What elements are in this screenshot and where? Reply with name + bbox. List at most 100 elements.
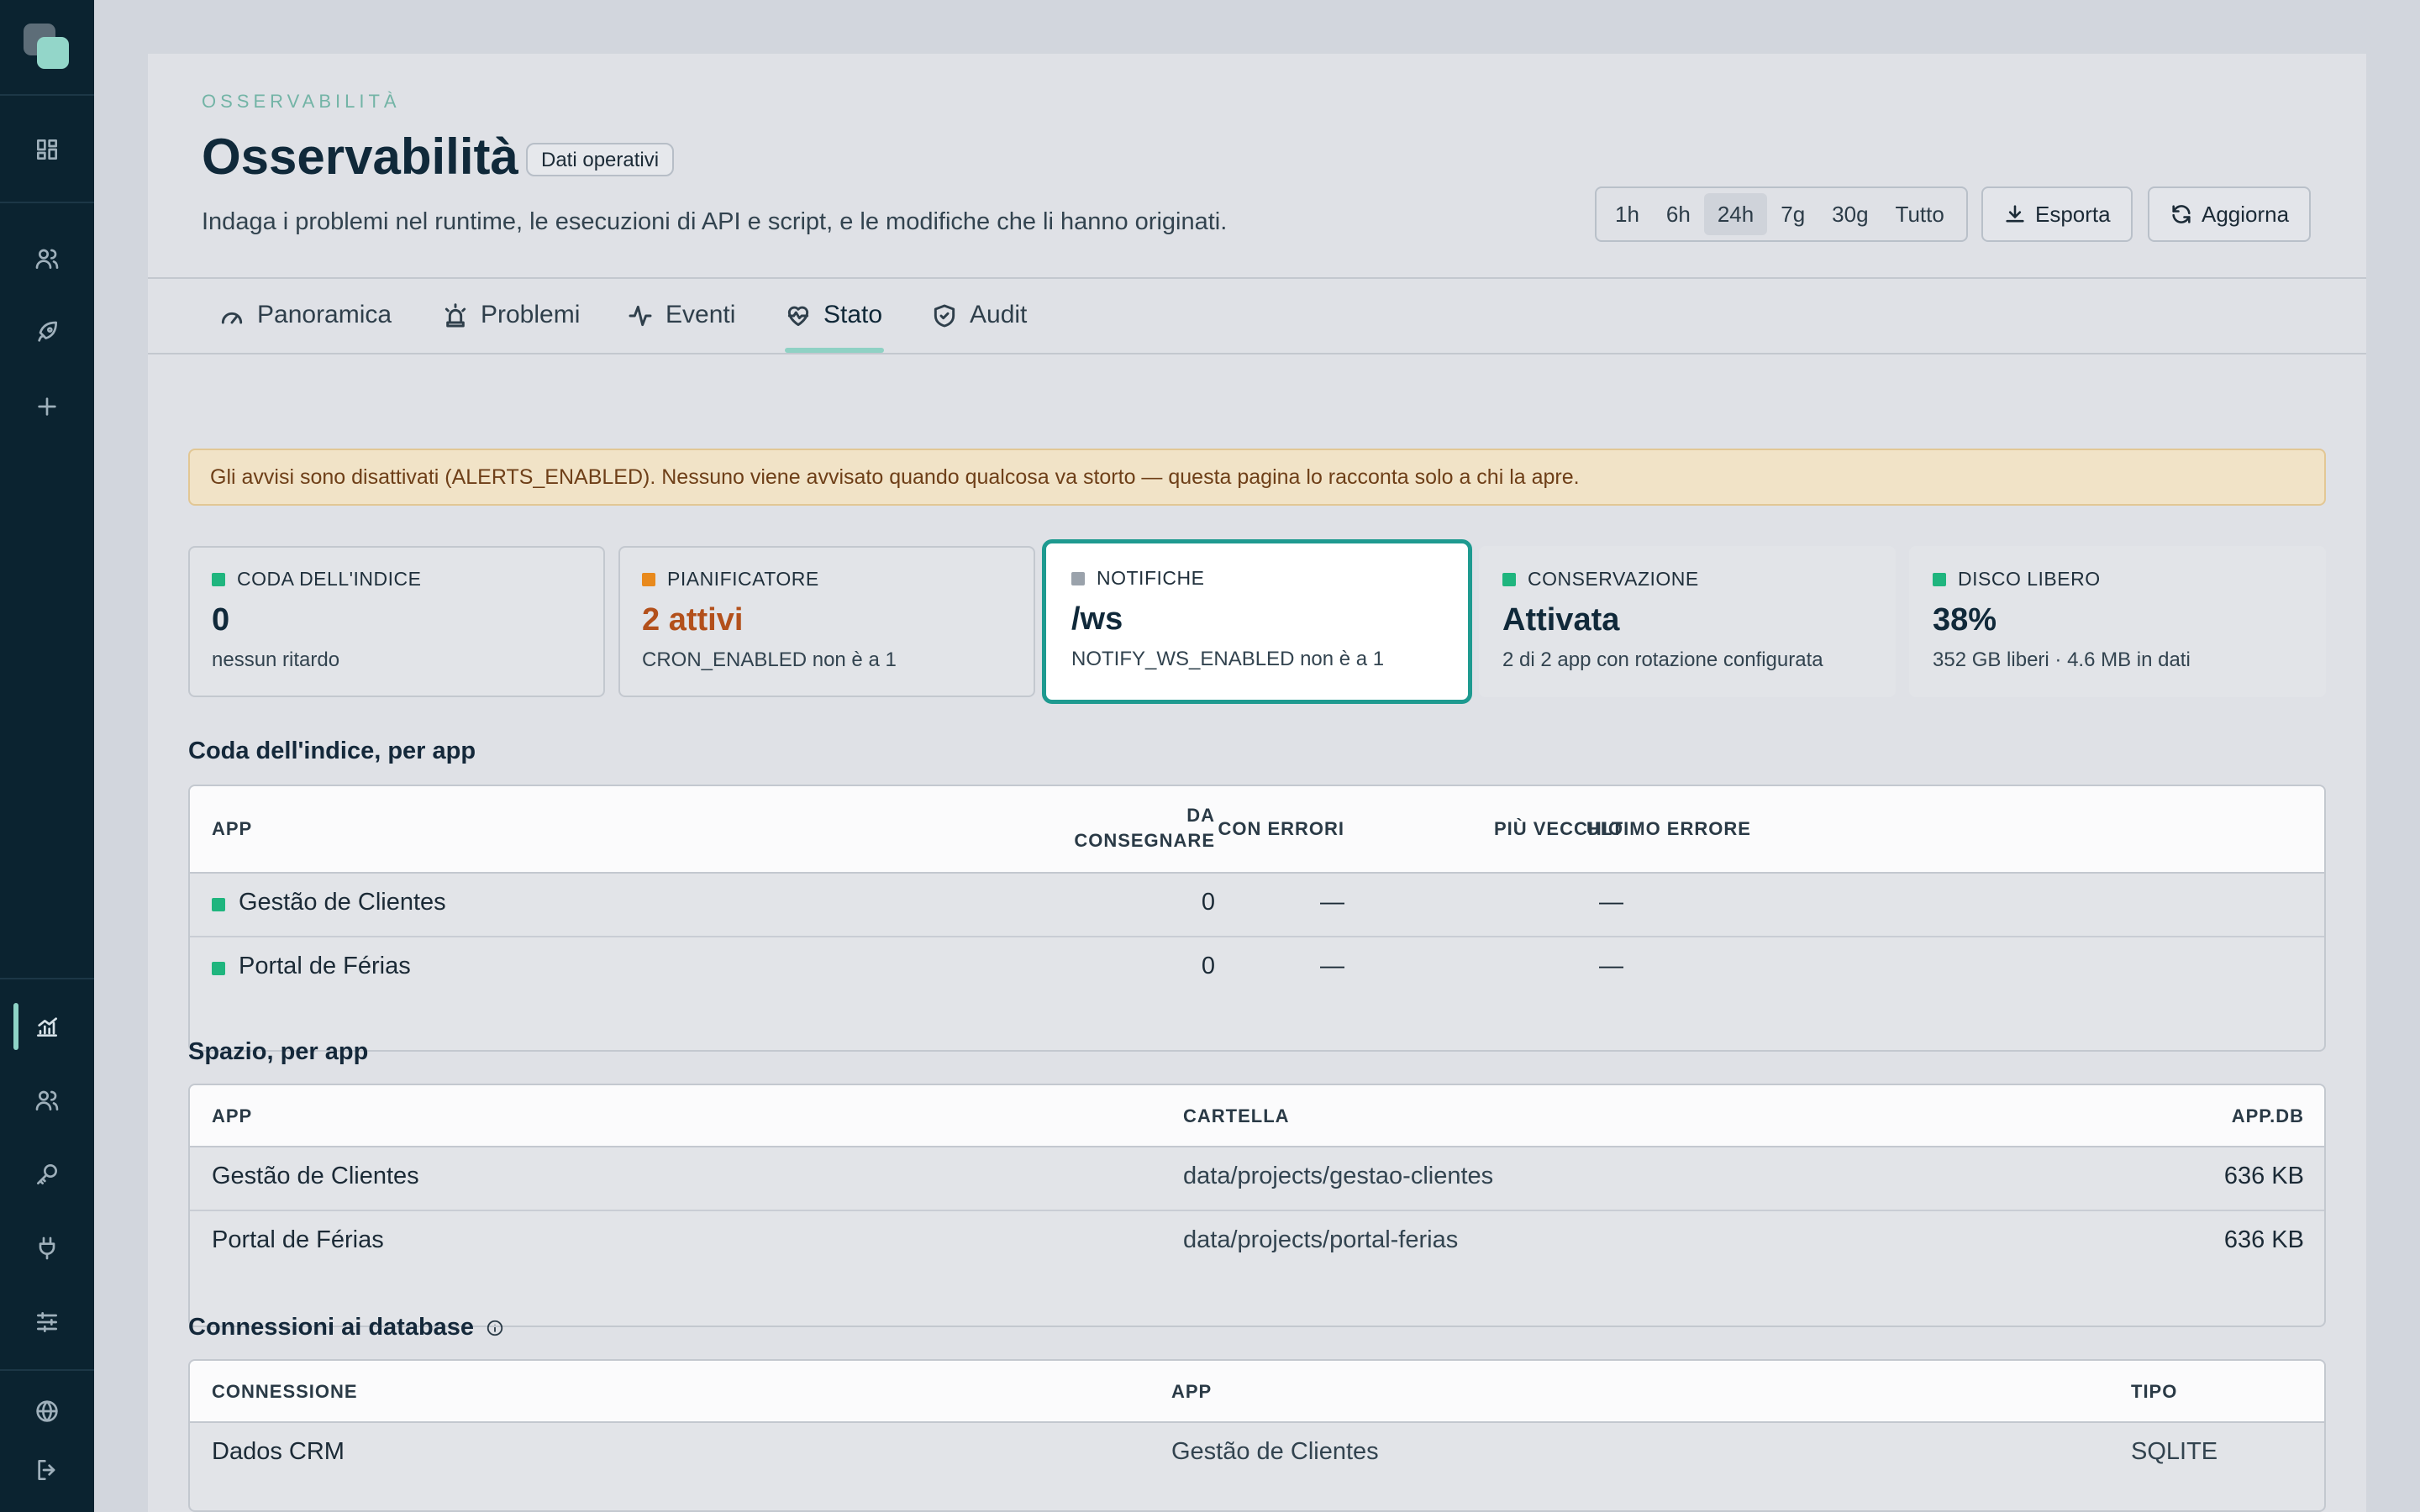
logout-icon[interactable] [30, 1453, 64, 1487]
data-badge: Dati operativi [526, 143, 675, 176]
range-30g[interactable]: 30g [1818, 193, 1881, 235]
tab-label: Stato [823, 301, 883, 328]
range-6h[interactable]: 6h [1653, 193, 1704, 235]
export-button[interactable]: Esporta [1981, 186, 2133, 242]
range-1h[interactable]: 1h [1602, 193, 1653, 235]
card-label: PIANIFICATORE [667, 568, 819, 590]
shield-check-icon [934, 304, 955, 328]
cell-connection: Dados CRM [212, 1438, 345, 1465]
cell-app: Portal de Férias [212, 1226, 384, 1253]
app-logo[interactable] [24, 24, 71, 71]
card-sub: CRON_ENABLED non è a 1 [642, 648, 897, 671]
card-sub: nessun ritardo [212, 648, 340, 671]
cell-oldest: — [1599, 953, 1623, 979]
refresh-icon [2172, 205, 2191, 223]
card-value: 2 attivi [642, 602, 744, 638]
table-row[interactable]: Portal de Férias data/projects/portal-fe… [190, 1210, 2324, 1272]
card-value: 38% [1933, 602, 1997, 638]
table-row[interactable]: Portal de Férias 0 — — [190, 936, 2324, 998]
page-title: Osservabilità [202, 129, 518, 185]
status-dot [1071, 571, 1085, 585]
cell-folder: data/projects/gestao-clientes [1183, 1163, 1494, 1189]
refresh-button[interactable]: Aggiorna [2148, 186, 2312, 242]
dashboard-icon[interactable] [30, 133, 64, 166]
tab-stato[interactable]: Stato [785, 301, 882, 351]
tab-eventi[interactable]: Eventi [627, 301, 735, 351]
col-type: TIPO [2131, 1381, 2178, 1402]
card-free-disk: DISCO LIBERO 38% 352 GB liberi · 4.6 MB … [1909, 546, 2326, 697]
sliders-icon[interactable] [30, 1305, 64, 1339]
table-row[interactable]: Gestão de Clientes data/projects/gestao-… [190, 1147, 2324, 1210]
page-eyebrow: OSSERVABILITÀ [202, 91, 401, 112]
col-db: APP.DB [2231, 1105, 2304, 1126]
tab-label: Problemi [481, 301, 581, 328]
range-24h[interactable]: 24h [1703, 193, 1768, 235]
col-oldest: PIÙ VECCHIO [1493, 818, 1623, 839]
status-dot [212, 962, 225, 975]
cell-errors: — [1320, 889, 1344, 916]
col-app: APP [1171, 1381, 1213, 1402]
users-icon[interactable] [30, 242, 64, 276]
tab-label: Audit [970, 301, 1028, 328]
divider [148, 353, 2366, 354]
sidebar-divider [0, 978, 94, 979]
table-row[interactable]: Gestão de Clientes 0 — — [190, 874, 2324, 936]
users-icon[interactable] [30, 1084, 64, 1117]
chart-icon[interactable] [30, 1010, 64, 1043]
plug-icon[interactable] [30, 1231, 64, 1265]
card-value: /ws [1071, 601, 1123, 637]
status-dot [212, 898, 225, 911]
card-index-queue: CODA DELL'INDICE 0 nessun ritardo [188, 546, 605, 697]
cell-errors: — [1320, 953, 1344, 979]
card-value: 0 [212, 602, 230, 638]
download-icon [2006, 205, 2024, 223]
sidebar-divider [0, 202, 94, 203]
key-icon[interactable] [30, 1158, 64, 1191]
tab-label: Eventi [666, 301, 736, 328]
cell-app: Portal de Férias [239, 953, 411, 979]
status-dot [642, 572, 655, 586]
plus-icon[interactable] [30, 390, 64, 423]
cell-db: 636 KB [2223, 1163, 2304, 1189]
col-last-error: ULTIMO ERRORE [1586, 818, 1751, 839]
page-subtitle: Indaga i problemi nel runtime, le esecuz… [202, 208, 1228, 235]
section-title-text: Connessioni ai database [188, 1314, 475, 1341]
sidebar-divider [0, 94, 94, 96]
section-title-space: Spazio, per app [188, 1038, 369, 1065]
tab-panoramica[interactable]: Panoramica [218, 301, 392, 351]
divider [148, 277, 2366, 279]
cell-folder: data/projects/portal-ferias [1183, 1226, 1459, 1253]
table-header: APP DA CONSEGNARE CON ERRORI PIÙ VECCHIO… [190, 786, 2324, 874]
range-7g[interactable]: 7g [1767, 193, 1818, 235]
siren-icon [445, 303, 466, 328]
main-panel: OSSERVABILITÀ Osservabilità Dati operati… [148, 54, 2366, 1512]
card-value: Attivata [1502, 602, 1620, 638]
sidebar-active-indicator [13, 1003, 18, 1050]
gauge-icon [221, 312, 243, 324]
info-icon[interactable] [486, 1319, 504, 1337]
table-row[interactable]: Dados CRM Gestão de Clientes SQLITE [190, 1423, 2324, 1485]
queue-table: APP DA CONSEGNARE CON ERRORI PIÙ VECCHIO… [188, 785, 2326, 1052]
globe-icon[interactable] [30, 1394, 64, 1428]
range-all[interactable]: Tutto [1882, 193, 1958, 235]
card-scheduler: PIANIFICATORE 2 attivi CRON_ENABLED non … [618, 546, 1035, 697]
card-label: NOTIFICHE [1097, 567, 1205, 589]
table-header: CONNESSIONE APP TIPO [190, 1361, 2324, 1423]
alerts-disabled-banner: Gli avvisi sono disattivati (ALERTS_ENAB… [188, 449, 2326, 506]
tab-audit[interactable]: Audit [931, 301, 1027, 351]
sidebar-divider [0, 1369, 94, 1371]
card-notifications[interactable]: NOTIFICHE /ws NOTIFY_WS_ENABLED non è a … [1042, 539, 1472, 704]
heart-pulse-icon [787, 306, 809, 327]
section-title-connections: Connessioni ai database [188, 1314, 504, 1341]
col-folder: CARTELLA [1183, 1105, 1290, 1126]
col-app: APP [212, 1105, 253, 1126]
section-title-queue: Coda dell'indice, per app [188, 738, 476, 764]
status-dot [1502, 572, 1516, 586]
tab-problemi[interactable]: Problemi [442, 301, 580, 351]
tab-label: Panoramica [257, 301, 392, 328]
table-header: APP CARTELLA APP.DB [190, 1085, 2324, 1147]
cell-app: Gestão de Clientes [239, 889, 446, 916]
col-errors: CON ERRORI [1218, 818, 1344, 839]
rocket-icon[interactable] [30, 316, 64, 349]
col-connection: CONNESSIONE [212, 1381, 358, 1402]
